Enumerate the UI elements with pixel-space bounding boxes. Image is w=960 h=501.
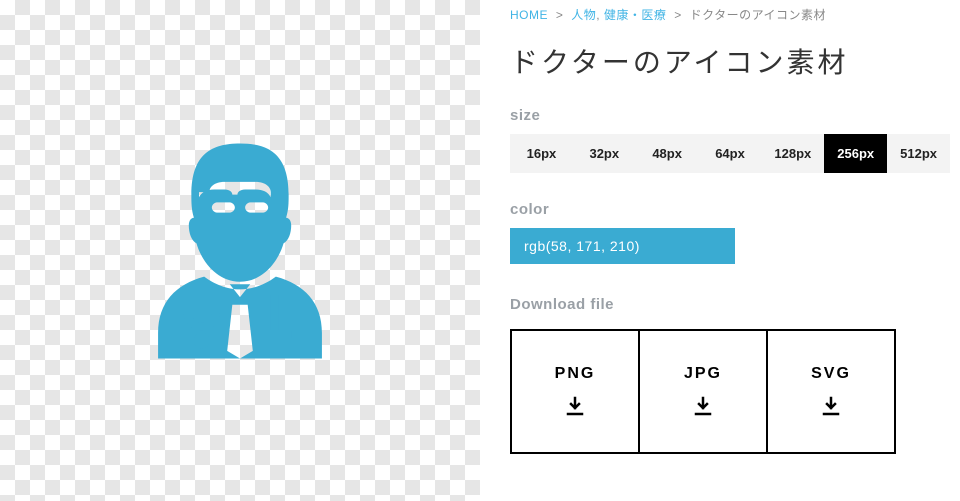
download-svg[interactable]: SVG [766,329,896,454]
download-png[interactable]: PNG [510,329,640,454]
breadcrumb-cat1[interactable]: 人物 [571,8,596,22]
size-label: size [510,107,960,124]
download-label: Download file [510,296,960,313]
size-option-256[interactable]: 256px [824,134,887,173]
download-icon [819,395,843,419]
size-option-128[interactable]: 128px [761,134,824,173]
page-title: ドクターのアイコン素材 [510,41,960,81]
size-option-16[interactable]: 16px [510,134,573,173]
breadcrumb-cat2[interactable]: 健康・医療 [604,8,667,22]
size-option-512[interactable]: 512px [887,134,950,173]
icon-preview [0,0,480,501]
download-jpg[interactable]: JPG [638,329,768,454]
color-label: color [510,201,960,218]
breadcrumb-current: ドクターのアイコン素材 [690,8,826,22]
download-icon [563,395,587,419]
breadcrumb-home[interactable]: HOME [510,8,548,22]
download-format-label: PNG [555,365,596,383]
size-selector: 16px 32px 48px 64px 128px 256px 512px [510,134,950,173]
size-option-32[interactable]: 32px [573,134,636,173]
doctor-icon [112,123,368,379]
size-option-48[interactable]: 48px [636,134,699,173]
size-option-64[interactable]: 64px [699,134,762,173]
download-format-label: SVG [811,365,851,383]
color-input[interactable] [510,228,735,264]
download-icon [691,395,715,419]
breadcrumb: HOME > 人物, 健康・医療 > ドクターのアイコン素材 [510,6,960,23]
download-format-label: JPG [684,365,722,383]
